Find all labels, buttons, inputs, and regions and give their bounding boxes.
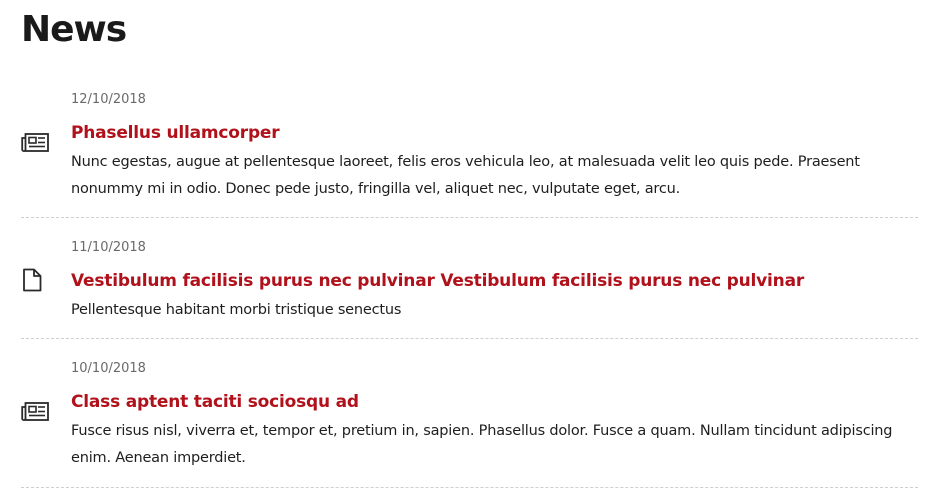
news-item: 11/10/2018 Vestibulum facilisis purus ne… [21,218,918,339]
news-item: 10/10/2018 Class aptent taciti sociosqu … [21,339,918,488]
news-title-link[interactable]: Vestibulum facilisis purus nec pulvinar … [71,269,918,293]
newspaper-icon [21,131,51,155]
news-page: News 12/10/2018 Phasellus ullamcorper Nu… [0,0,941,500]
news-title-link[interactable]: Class aptent taciti sociosqu ad [71,390,918,414]
document-icon [21,268,51,292]
news-summary: Pellentesque habitant morbi tristique se… [71,302,402,318]
news-title-link[interactable]: Phasellus ullamcorper [71,121,918,145]
newspaper-icon [21,400,51,424]
news-date: 12/10/2018 [71,92,146,107]
news-item: 12/10/2018 Phasellus ullamcorper Nunc eg… [21,78,918,218]
news-summary: Nunc egestas, augue at pellentesque laor… [71,154,860,197]
page-title: News [21,9,127,50]
news-summary: Fusce risus nisl, viverra et, tempor et,… [71,423,893,466]
news-list: 12/10/2018 Phasellus ullamcorper Nunc eg… [21,78,918,488]
news-date: 10/10/2018 [71,361,146,376]
news-date: 11/10/2018 [71,240,146,255]
